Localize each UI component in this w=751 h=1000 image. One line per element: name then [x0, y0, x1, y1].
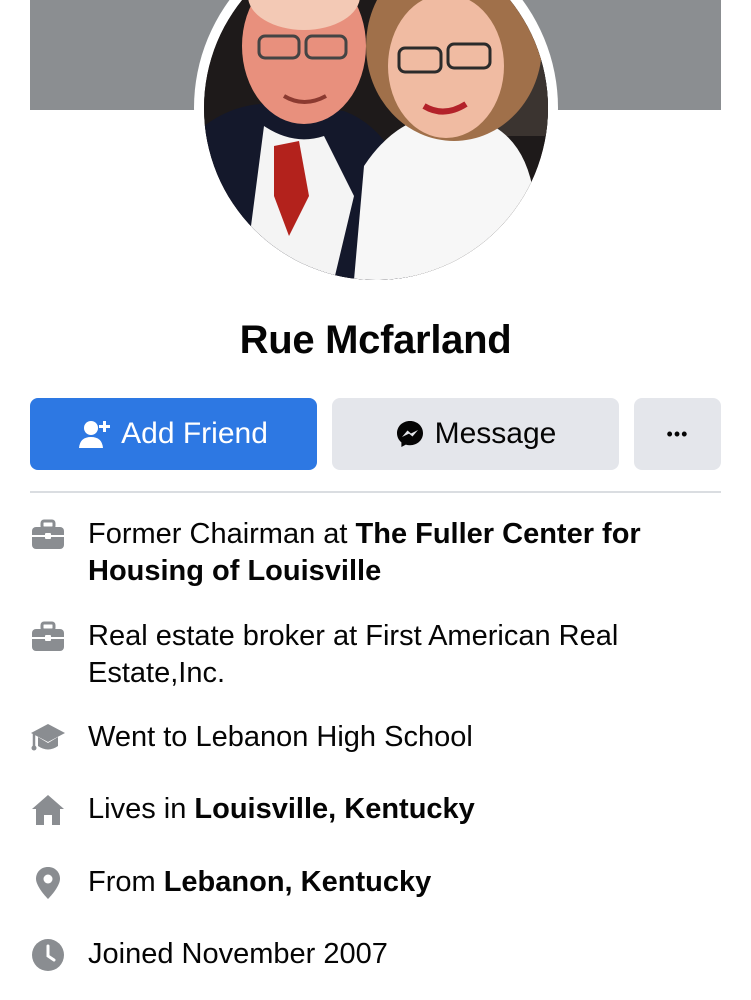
- briefcase-icon: [30, 517, 66, 553]
- location-pin-icon: [30, 865, 66, 901]
- messenger-icon: [395, 419, 425, 449]
- graduation-cap-icon: [30, 720, 66, 756]
- hometown-link[interactable]: Lebanon, Kentucky: [164, 866, 432, 898]
- current-city-link[interactable]: Louisville, Kentucky: [194, 793, 474, 825]
- add-friend-label: Add Friend: [121, 417, 268, 450]
- more-label: •••: [666, 423, 689, 444]
- add-friend-button[interactable]: Add Friend: [30, 398, 317, 470]
- divider: [30, 491, 721, 493]
- intro-text: Went to Lebanon High School: [88, 721, 473, 753]
- intro-text: Joined November 2007: [88, 938, 388, 970]
- intro-text: From Lebanon, Kentucky: [88, 866, 432, 898]
- intro-text: Real estate broker at First American Rea…: [88, 620, 619, 689]
- home-icon: [30, 792, 66, 828]
- message-button[interactable]: Message: [332, 398, 619, 470]
- intro-item-work-1: Former Chairman at The Fuller Center for…: [30, 516, 721, 590]
- intro-item-lives-in: Lives in Louisville, Kentucky: [30, 791, 721, 828]
- intro-item-joined: Joined November 2007: [30, 936, 721, 973]
- message-label: Message: [434, 417, 557, 450]
- intro-item-education: Went to Lebanon High School: [30, 719, 721, 756]
- intro-text: Former Chairman at The Fuller Center for…: [88, 518, 641, 587]
- more-options-button[interactable]: •••: [634, 398, 721, 470]
- intro-item-hometown: From Lebanon, Kentucky: [30, 864, 721, 901]
- profile-name: Rue Mcfarland: [239, 318, 512, 362]
- intro-text: Lives in Louisville, Kentucky: [88, 793, 475, 825]
- intro-item-work-2: Real estate broker at First American Rea…: [30, 618, 721, 692]
- add-friend-icon: [79, 419, 111, 449]
- briefcase-icon: [30, 619, 66, 655]
- clock-icon: [30, 937, 66, 973]
